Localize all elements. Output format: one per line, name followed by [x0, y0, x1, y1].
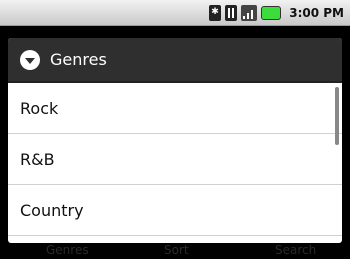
status-bar: 3:00 PM [0, 0, 350, 26]
bluetooth-icon [209, 4, 222, 21]
genres-dialog: Genres Rock R&B Country [8, 38, 342, 243]
clock: 3:00 PM [289, 5, 344, 20]
background-tab-genres[interactable]: Genres [46, 243, 89, 257]
background-tab-search[interactable]: Search [275, 243, 316, 257]
list-item-rock[interactable]: Rock [8, 83, 342, 134]
data-icon [225, 4, 238, 21]
dialog-title: Genres [50, 50, 107, 69]
signal-icon [241, 4, 258, 21]
background-tab-sort[interactable]: Sort [164, 243, 189, 257]
genre-list[interactable]: Rock R&B Country [8, 83, 342, 236]
dialog-header: Genres [8, 38, 342, 83]
battery-icon [261, 5, 282, 20]
list-item-country[interactable]: Country [8, 185, 342, 236]
status-icons: 3:00 PM [209, 4, 344, 21]
dropdown-circle-icon [20, 49, 40, 70]
list-item-rnb[interactable]: R&B [8, 134, 342, 185]
scrollbar[interactable] [335, 87, 339, 145]
